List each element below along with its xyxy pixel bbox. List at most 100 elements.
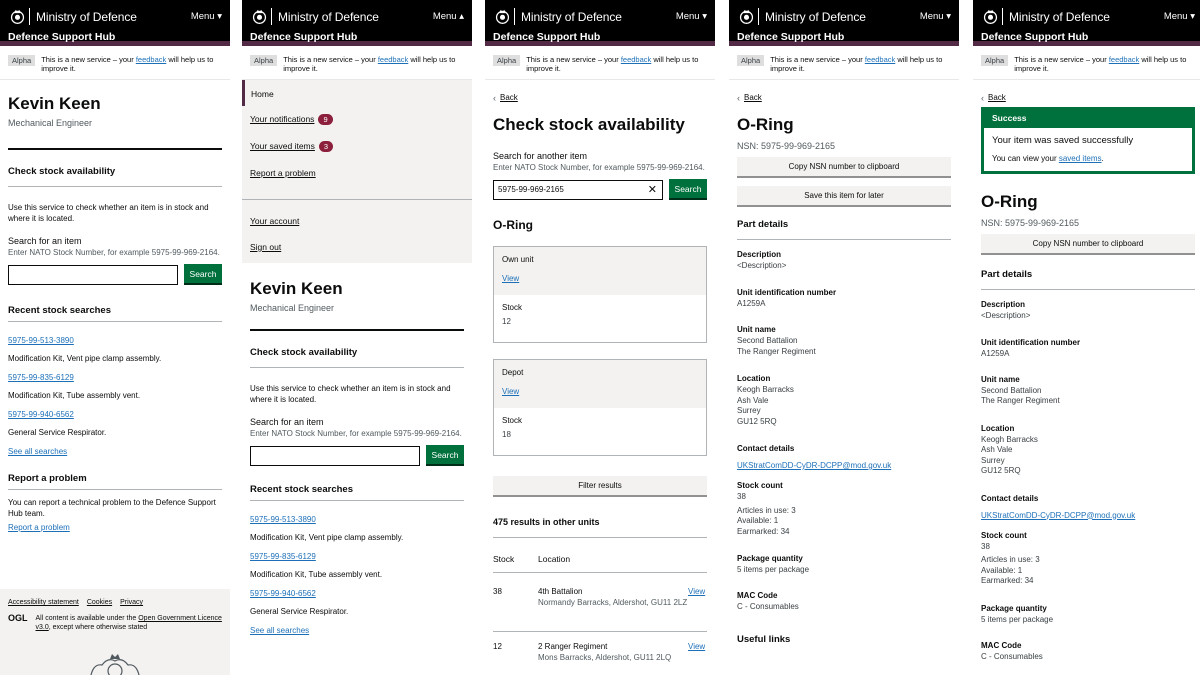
nav-item-home[interactable]: Home — [242, 80, 472, 106]
own-unit-stock: 12 — [502, 316, 511, 326]
copy-nsn-button[interactable]: Copy NSN number to clipboard — [737, 157, 951, 178]
brand-separator — [29, 8, 30, 25]
filter-results-button[interactable]: Filter results — [493, 476, 707, 497]
nav-item-report-problem[interactable]: Report a problem — [242, 160, 472, 187]
privacy-link[interactable]: Privacy — [120, 599, 143, 606]
report-problem-link[interactable]: Report a problem — [8, 523, 222, 534]
menu-toggle[interactable]: Menu ▾ — [920, 11, 951, 22]
save-item-button[interactable]: Save this item for later — [737, 186, 951, 207]
mac-code-field: MAC Code C - Consumables — [737, 591, 799, 611]
phase-text: This is a new service – your feedback wi… — [1014, 55, 1187, 73]
menu-toggle[interactable]: Menu ▾ — [676, 11, 707, 22]
phase-tag: Alpha — [250, 55, 278, 66]
chevron-left-icon: ‹ — [493, 92, 496, 103]
search-input[interactable]: 5975-99-969-2165 ✕ — [493, 179, 663, 200]
contact-email-link[interactable]: UKStratComDD-CyDR-DCPP@mod.gov.uk — [981, 511, 1135, 520]
feedback-link[interactable]: feedback — [378, 55, 408, 64]
menu-toggle[interactable]: Menu ▴ — [433, 11, 464, 22]
package-quantity-field: Package quantity 5 items per package — [981, 603, 1054, 624]
service-name[interactable]: Defence Support Hub — [737, 31, 844, 43]
part-details-heading: Part details — [981, 268, 1033, 280]
brand-link[interactable]: Ministry of Defence — [982, 8, 1110, 25]
brand-name: Ministry of Defence — [278, 9, 379, 24]
useful-links-heading: Useful links — [737, 634, 791, 645]
service-name[interactable]: Defence Support Hub — [8, 31, 115, 43]
stock-count-field: Stock count 38 Articles in use: 3 Available… — [981, 530, 1040, 586]
service-name[interactable]: Defence Support Hub — [493, 31, 600, 43]
brand-separator — [1002, 8, 1003, 25]
screen-home: Ministry of Defence Menu ▾ Defence Suppo… — [0, 0, 230, 675]
part-details-heading: Part details — [737, 219, 789, 230]
recent-search-link[interactable]: 5975-99-513-3890 — [250, 515, 316, 524]
phase-text: This is a new service – your feedback wi… — [283, 55, 456, 73]
nav-item-saved-items[interactable]: Your saved items 3 — [242, 133, 472, 160]
search-button[interactable]: Search — [669, 179, 707, 200]
site-header: Ministry of Defence Menu ▾ Defence Suppo… — [485, 0, 715, 46]
recent-search-item: 5975-99-940-6562 General Service Respira… — [8, 410, 107, 437]
feedback-link[interactable]: feedback — [1109, 55, 1139, 64]
phase-banner: Alpha This is a new service – your feedb… — [0, 46, 230, 80]
own-unit-view-link[interactable]: View — [502, 274, 698, 285]
see-all-searches-link[interactable]: See all searches — [8, 447, 67, 456]
uin-field: Unit identification number A1259A — [737, 288, 837, 308]
brand-link[interactable]: Ministry of Defence — [251, 8, 379, 25]
check-stock-description: Use this service to check whether an ite… — [250, 384, 451, 404]
see-all-searches-link[interactable]: See all searches — [250, 626, 309, 635]
feedback-link[interactable]: feedback — [621, 55, 651, 64]
nav-item-notifications[interactable]: Your notifications 9 — [242, 106, 472, 133]
brand-link[interactable]: Ministry of Defence — [494, 8, 622, 25]
phase-banner: Alpha This is a new service – your feedb… — [729, 46, 959, 80]
cookies-link[interactable]: Cookies — [87, 599, 112, 606]
back-link[interactable]: ‹ Back — [737, 80, 951, 105]
brand-link[interactable]: Ministry of Defence — [738, 8, 866, 25]
menu-toggle[interactable]: Menu ▾ — [1164, 11, 1195, 22]
contact-email-link[interactable]: UKStratComDD-CyDR-DCPP@mod.gov.uk — [737, 461, 891, 470]
phase-text: This is a new service – your feedback wi… — [770, 55, 943, 73]
contact-field: Contact details UKStratComDD-CyDR-DCPP@mo… — [737, 444, 892, 470]
recent-search-link[interactable]: 5975-99-940-6562 — [8, 410, 74, 419]
clear-icon[interactable]: ✕ — [648, 183, 657, 196]
search-input[interactable] — [8, 264, 178, 285]
recent-search-item: 5975-99-513-3890 Modification Kit, Vent … — [250, 515, 404, 542]
service-name[interactable]: Defence Support Hub — [250, 31, 357, 43]
screen-menu-open: Ministry of Defence Menu ▴ Defence Suppo… — [242, 0, 472, 675]
brand-separator — [514, 8, 515, 25]
crest-icon — [252, 9, 267, 24]
notifications-count-badge: 9 — [318, 114, 333, 125]
brand-name: Ministry of Defence — [1009, 9, 1110, 24]
row-view-link[interactable]: View — [688, 587, 705, 627]
screen-item-detail: Ministry of Defence Menu ▾ Defence Suppo… — [729, 0, 959, 675]
mac-code-field: MAC Code C - Consumables — [981, 640, 1043, 661]
recent-search-link[interactable]: 5975-99-513-3890 — [8, 336, 74, 345]
accessibility-link[interactable]: Accessibility statement — [8, 599, 79, 606]
unit-name-field: Unit name Second Battalion The Ranger Regi… — [737, 325, 816, 356]
recent-search-link[interactable]: 5975-99-940-6562 — [250, 589, 316, 598]
package-quantity-field: Package quantity 5 items per package — [737, 554, 810, 574]
search-button[interactable]: Search — [426, 445, 464, 466]
search-input[interactable] — [250, 445, 420, 466]
feedback-link[interactable]: feedback — [136, 55, 166, 64]
recent-search-link[interactable]: 5975-99-835-6129 — [250, 552, 316, 561]
back-link[interactable]: ‹ Back — [981, 80, 1195, 105]
recent-search-link[interactable]: 5975-99-835-6129 — [8, 373, 74, 382]
nav-item-sign-out[interactable]: Sign out — [242, 226, 472, 252]
brand-link[interactable]: Ministry of Defence — [9, 8, 137, 25]
menu-toggle[interactable]: Menu ▾ — [191, 11, 222, 22]
depot-view-link[interactable]: View — [502, 387, 698, 398]
service-name[interactable]: Defence Support Hub — [981, 31, 1088, 43]
user-name: Kevin Keen — [250, 279, 343, 298]
row-view-link[interactable]: View — [688, 642, 705, 663]
search-label: Search for an item — [250, 417, 324, 427]
recent-search-item: 5975-99-940-6562 General Service Respira… — [250, 589, 349, 616]
site-header: Ministry of Defence Menu ▾ Defence Suppo… — [729, 0, 959, 46]
copy-nsn-button[interactable]: Copy NSN number to clipboard — [981, 233, 1195, 255]
feedback-link[interactable]: feedback — [865, 55, 895, 64]
back-link[interactable]: ‹ Back — [493, 80, 707, 105]
saved-items-link[interactable]: saved items — [1059, 154, 1102, 163]
user-role: Mechanical Engineer — [8, 118, 93, 128]
search-button[interactable]: Search — [184, 264, 222, 285]
nav-item-account[interactable]: Your account — [242, 200, 472, 226]
crest-icon — [495, 9, 510, 24]
recent-searches-heading: Recent stock searches — [250, 484, 353, 495]
site-header: Ministry of Defence Menu ▾ Defence Suppo… — [973, 0, 1200, 46]
